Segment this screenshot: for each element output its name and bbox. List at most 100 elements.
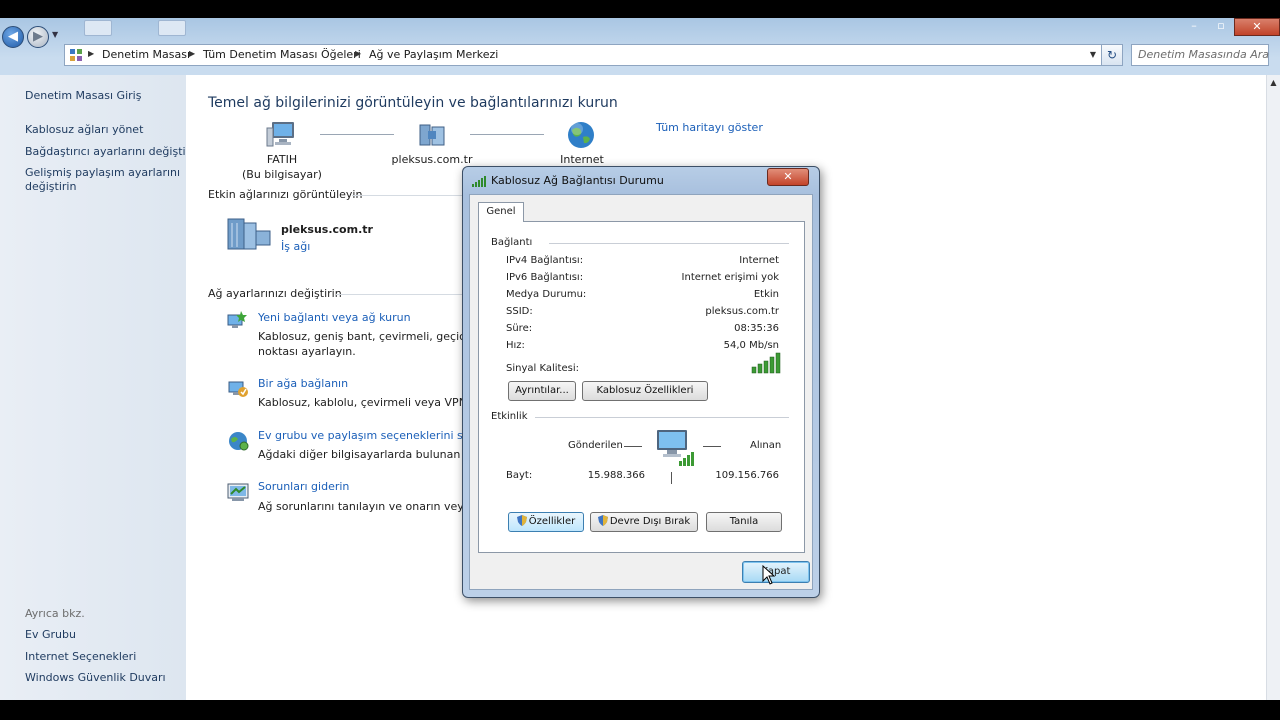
task-new-connection-link[interactable]: Yeni bağlantı veya ağ kurun (258, 311, 411, 324)
dialog-close-button[interactable]: ✕ (767, 168, 809, 186)
bytes-received-value: 109.156.766 (715, 470, 779, 481)
section-divider (352, 195, 472, 196)
new-connection-icon (227, 311, 247, 328)
breadcrumb-separator-icon[interactable]: ▶ (189, 49, 195, 58)
details-button[interactable]: Ayrıntılar... (508, 381, 576, 401)
globe-icon[interactable] (566, 120, 596, 150)
see-also-firewall[interactable]: Windows Güvenlik Duvarı (25, 671, 166, 685)
task-homegroup-desc: Ağdaki diğer bilgisayarlarda bulunan dos (258, 448, 484, 461)
active-network-name: pleksus.com.tr (281, 223, 373, 236)
active-networks-heading: Etkin ağlarınızı görüntüleyin (208, 188, 363, 201)
computer-sub: (Bu bilgisayar) (242, 168, 322, 181)
signal-quality-label: Sinyal Kalitesi: (506, 363, 579, 374)
section-divider (336, 294, 462, 295)
ipv6-value: Internet erişimi yok (681, 272, 779, 283)
received-label: Alınan (750, 440, 782, 451)
network-building-icon (227, 218, 271, 250)
tab-general[interactable]: Genel (478, 202, 524, 222)
speed-label: Hız: (506, 340, 525, 351)
sidebar-item-manage-wireless[interactable]: Kablosuz ağları yönet (25, 123, 143, 137)
sidebar-item-adapter-settings[interactable]: Bağdaştırıcı ayarlarını değiştirin (25, 145, 200, 159)
network-activity-icon (657, 430, 694, 466)
task-troubleshoot-link[interactable]: Sorunları giderin (258, 480, 349, 493)
network-icon[interactable] (416, 122, 448, 148)
breadcrumb-all-items[interactable]: Tüm Denetim Masası Öğeleri (203, 48, 361, 61)
refresh-button[interactable]: ↻ (1101, 44, 1123, 66)
page-title: Temel ağ bilgilerinizi görüntüleyin ve b… (208, 95, 618, 111)
activity-group-label: Etkinlik (491, 411, 528, 422)
breadcrumb-network-center[interactable]: Ağ ve Paylaşım Merkezi (369, 48, 498, 61)
maximize-button[interactable]: ▫ (1208, 18, 1234, 36)
connect-network-icon (228, 381, 248, 397)
wireless-properties-button[interactable]: Kablosuz Özellikleri (582, 381, 708, 401)
control-panel-icon (70, 49, 82, 61)
group-divider (549, 243, 789, 244)
uac-shield-icon (597, 515, 608, 526)
activity-line (624, 446, 642, 447)
troubleshoot-icon (227, 483, 249, 501)
vertical-scrollbar[interactable]: ▲ (1266, 75, 1280, 700)
forward-button[interactable]: ▶ (27, 26, 49, 48)
scroll-up-icon[interactable]: ▲ (1267, 75, 1280, 91)
network-type-link[interactable]: İş ağı (281, 240, 310, 253)
ipv6-label: IPv6 Bağlantısı: (506, 272, 584, 283)
map-connector (320, 134, 394, 135)
sidebar-item-advanced-sharing[interactable]: Gelişmiş paylaşım ayarlarını (25, 166, 180, 180)
ipv4-label: IPv4 Bağlantısı: (506, 255, 584, 266)
computer-icon[interactable] (266, 120, 298, 150)
duration-label: Süre: (506, 323, 533, 334)
breadcrumb-separator-icon: ▶ (88, 49, 95, 58)
task-connect-desc: Kablosuz, kablolu, çevirmeli veya VPN ağ (258, 396, 485, 409)
properties-button[interactable]: Özellikler (508, 512, 584, 532)
group-divider (535, 417, 789, 418)
sidebar: Denetim Masası Giriş Kablosuz ağları yön… (0, 75, 200, 700)
taskbar-thumb-icon (84, 20, 112, 36)
network-map-name: pleksus.com.tr (391, 153, 473, 166)
bytes-sent-value: 15.988.366 (587, 470, 645, 481)
address-dropdown-icon[interactable]: ▼ (1083, 45, 1103, 65)
dialog-body: Genel Bağlantı IPv4 Bağlantısı: Internet… (469, 194, 813, 590)
breadcrumb-separator-icon[interactable]: ▶ (355, 49, 361, 58)
see-also-heading: Ayrıca bkz. (25, 607, 85, 620)
disable-button[interactable]: Devre Dışı Bırak (590, 512, 698, 532)
task-homegroup-link[interactable]: Ev grubu ve paylaşım seçeneklerini seçin (258, 429, 486, 442)
media-status-label: Medya Durumu: (506, 289, 587, 300)
history-dropdown-icon[interactable]: ▼ (52, 30, 58, 39)
sidebar-item-advanced-sharing-cont[interactable]: değiştirin (25, 180, 76, 194)
tab-panel: Bağlantı IPv4 Bağlantısı: Internet IPv6 … (478, 221, 805, 553)
close-button[interactable]: Kapat (742, 561, 810, 583)
diagnose-button[interactable]: Tanıla (706, 512, 782, 532)
signal-quality-icon (751, 352, 781, 374)
screen: – ▫ ✕ ◀ ▶ ▼ ▶ Denetim Masası ▶ Tüm Denet… (0, 0, 1280, 720)
address-bar[interactable]: ▶ Denetim Masası ▶ Tüm Denetim Masası Öğ… (64, 44, 1103, 66)
uac-shield-icon (516, 515, 527, 526)
disable-button-label: Devre Dışı Bırak (609, 516, 691, 527)
bytes-label: Bayt: (506, 470, 533, 481)
homegroup-icon (229, 432, 249, 451)
full-map-link[interactable]: Tüm haritayı göster (656, 121, 763, 134)
map-connector (470, 134, 544, 135)
search-input[interactable]: Denetim Masasında Ara (1131, 44, 1269, 66)
wireless-status-dialog: Kablosuz Ağ Bağlantısı Durumu ✕ Genel Ba… (462, 166, 820, 598)
speed-value: 54,0 Mb/sn (723, 340, 779, 351)
connection-group-label: Bağlantı (491, 237, 533, 248)
signal-icon (472, 176, 486, 187)
sidebar-item-home[interactable]: Denetim Masası Giriş (25, 89, 141, 103)
window-close-button[interactable]: ✕ (1234, 18, 1280, 36)
change-settings-heading: Ağ ayarlarınızı değiştirin (208, 287, 342, 300)
search-placeholder: Denetim Masasında Ara (1138, 48, 1270, 61)
taskbar-thumb-icon (158, 20, 186, 36)
bytes-divider (671, 472, 672, 484)
ipv4-value: Internet (739, 255, 779, 266)
back-button[interactable]: ◀ (2, 26, 24, 48)
dialog-title: Kablosuz Ağ Bağlantısı Durumu (491, 174, 664, 187)
see-also-homegroup[interactable]: Ev Grubu (25, 628, 76, 642)
mouse-cursor-icon (762, 565, 776, 585)
task-new-connection-desc-cont: noktası ayarlayın. (258, 345, 356, 358)
breadcrumb-control-panel[interactable]: Denetim Masası (102, 48, 190, 61)
task-connect-link[interactable]: Bir ağa bağlanın (258, 377, 348, 390)
activity-line (703, 446, 721, 447)
properties-button-label: Özellikler (528, 516, 576, 527)
minimize-button[interactable]: – (1180, 18, 1208, 36)
see-also-internet-options[interactable]: Internet Seçenekleri (25, 650, 136, 664)
